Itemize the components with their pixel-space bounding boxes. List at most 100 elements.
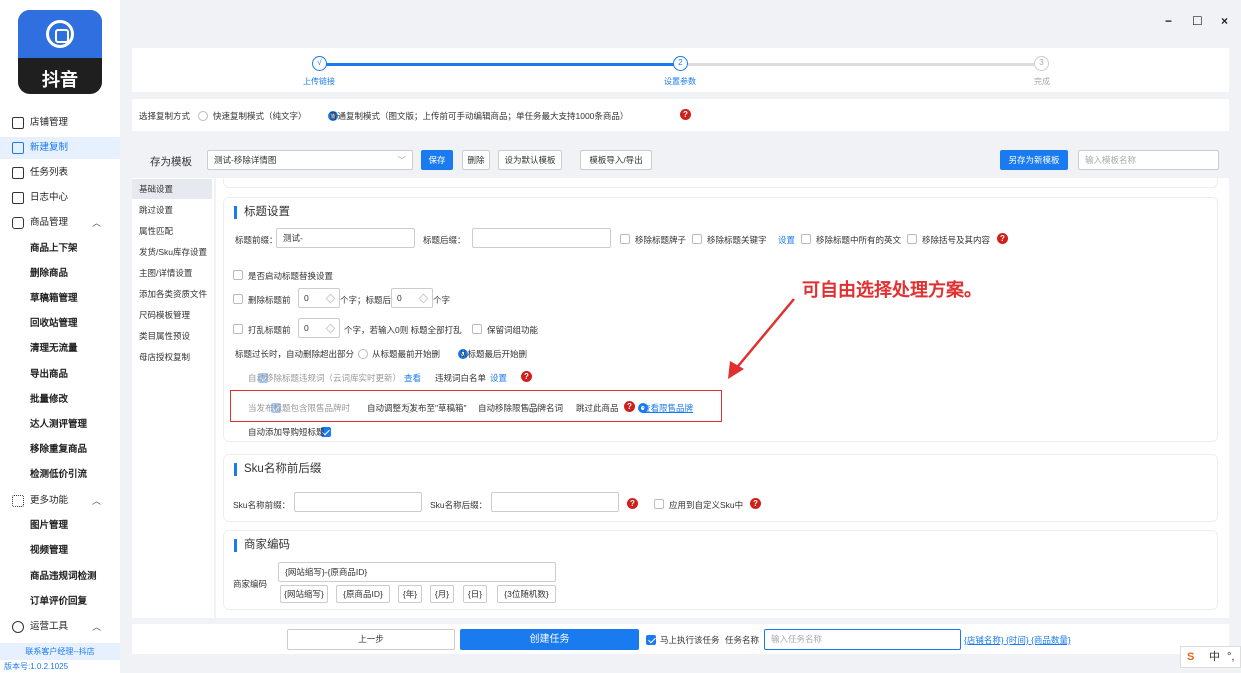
nav-goods[interactable]: 商品管理 ︿ [0, 212, 120, 234]
shuffle-stepper[interactable]: 0 [298, 318, 340, 338]
nav-goods-item-6[interactable]: 批量修改 [0, 389, 120, 411]
menu-item-8[interactable]: 母店授权复制 [132, 347, 212, 367]
title-suffix-input[interactable] [472, 228, 611, 248]
menu-item-0[interactable]: 基础设置 [132, 179, 212, 199]
chevron-down-icon: ﹀ [397, 155, 406, 165]
chevron-up-icon: ︿ [92, 496, 102, 506]
keywords-settings-link[interactable]: 设置 [778, 234, 795, 246]
template-select[interactable]: 测试-移除详情图 ﹀ [207, 150, 413, 170]
menu-item-4[interactable]: 主图/详情设置 [132, 263, 212, 283]
menu-item-7[interactable]: 类目属性预设 [132, 326, 212, 346]
nav-tasks[interactable]: 任务列表 [0, 162, 120, 184]
remove-english-checkbox[interactable] [801, 234, 811, 244]
stepper-value: 0 [304, 323, 309, 333]
set-default-button[interactable]: 设为默认模板 [498, 150, 562, 170]
help-icon[interactable]: ? [750, 498, 761, 509]
nav-goods-item-0[interactable]: 商品上下架 [0, 238, 120, 260]
save-as-new-button[interactable]: 另存为新模板 [1000, 150, 1068, 170]
task-name-input[interactable]: 输入任务名称 [764, 629, 961, 650]
view-restricted-brands-link[interactable]: 查看限售品牌 [642, 402, 693, 414]
ime-punct: °, [1227, 651, 1235, 663]
contact-manager-link[interactable]: 联系客户经理--抖店 [0, 643, 120, 660]
help-icon[interactable]: ? [624, 401, 635, 412]
title-prefix-input[interactable]: 测试- [276, 228, 415, 248]
help-icon[interactable]: ? [627, 498, 638, 509]
nav-more[interactable]: 更多功能 ︿ [0, 490, 120, 512]
nav-ops[interactable]: 运营工具 ︿ [0, 616, 120, 638]
settings-content: 标题设置 标题前缀： 测试- 标题后缀： 移除标题牌子 移除标题关键字 设置 移… [216, 178, 1229, 618]
tag-original-id[interactable]: {原商品ID} [336, 585, 390, 603]
nav-goods-item-8[interactable]: 移除重复商品 [0, 439, 120, 461]
sogou-icon: S [1187, 651, 1195, 663]
whitelist-settings-link[interactable]: 设置 [490, 372, 507, 384]
help-icon[interactable]: ? [521, 371, 532, 382]
help-icon[interactable]: ? [997, 233, 1008, 244]
nav-goods-item-3[interactable]: 回收站管理 [0, 313, 120, 335]
remove-brand-checkbox[interactable] [620, 234, 630, 244]
too-long-label: 标题过长时，自动删除超出部分 [235, 349, 355, 359]
menu-item-2[interactable]: 属性匹配 [132, 221, 212, 241]
enable-replace-checkbox[interactable] [233, 270, 243, 280]
task-name-tokens[interactable]: {店铺名称} {时间} {商品数量} [964, 634, 1071, 646]
ime-lang: 中 [1209, 651, 1220, 663]
delete-back-stepper[interactable]: 0 [391, 288, 433, 308]
merchant-code-input[interactable]: {网站缩写}-{原商品ID} [278, 562, 556, 582]
ime-toolbar[interactable]: S 中 °, [1180, 646, 1241, 668]
nav-goods-item-2[interactable]: 草稿箱管理 [0, 288, 120, 310]
nav-more-item-0[interactable]: 图片管理 [0, 515, 120, 537]
menu-item-1[interactable]: 跳过设置 [132, 200, 212, 220]
tag-year[interactable]: {年} [398, 585, 422, 603]
bottom-bar: 上一步 创建任务 马上执行该任务 任务名称 输入任务名称 {店铺名称} {时间}… [132, 624, 1229, 654]
prev-step-button[interactable]: 上一步 [287, 629, 455, 650]
nav-shop[interactable]: 店铺管理 [0, 112, 120, 134]
minimize-button[interactable]: − [1165, 14, 1172, 28]
tag-day[interactable]: {日} [463, 585, 487, 603]
shuffle-checkbox[interactable] [233, 324, 243, 334]
help-icon[interactable]: ? [680, 109, 691, 120]
merchant-code-heading: 商家编码 [234, 539, 290, 552]
remove-parens-checkbox[interactable] [907, 234, 917, 244]
nav-more-item-2[interactable]: 商品违规词检测 [0, 566, 120, 588]
menu-item-3[interactable]: 发货/Sku库存设置 [132, 242, 212, 262]
nav-new-copy[interactable]: 新建复制 [0, 137, 120, 159]
maximize-button[interactable]: ☐ [1192, 14, 1203, 28]
sku-suffix-input[interactable] [491, 492, 619, 512]
tag-month[interactable]: {月} [430, 585, 454, 603]
box-icon [12, 217, 24, 229]
run-now-checkbox[interactable] [646, 634, 656, 645]
nav-goods-item-1[interactable]: 删除商品 [0, 263, 120, 285]
nav-goods-item-4[interactable]: 清理无流量 [0, 338, 120, 360]
step-line-done [326, 63, 676, 66]
nav-goods-item-9[interactable]: 检测低价引流 [0, 464, 120, 486]
close-button[interactable]: × [1221, 14, 1228, 28]
delete-from-start-radio[interactable] [358, 348, 368, 359]
nav-more-item-3[interactable]: 订单评价回复 [0, 591, 120, 613]
nav-logs[interactable]: 日志中心 [0, 187, 120, 209]
delete-button[interactable]: 删除 [462, 150, 490, 170]
stepper-value: 0 [397, 293, 402, 303]
delete-chars-checkbox[interactable] [233, 294, 243, 304]
shuffle-tail-label: 个字，若输入0则 标题全部打乱 [344, 325, 462, 335]
menu-item-6[interactable]: 尺码模板管理 [132, 305, 212, 325]
remove-keywords-checkbox[interactable] [692, 234, 702, 244]
view-banned-link[interactable]: 查看 [404, 372, 421, 384]
stepper-value: 0 [304, 293, 309, 303]
delete-front-stepper[interactable]: 0 [298, 288, 340, 308]
nav-more-item-1[interactable]: 视频管理 [0, 540, 120, 562]
sku-prefix-input[interactable] [294, 492, 422, 512]
tag-site-abbr[interactable]: {网站缩写} [280, 585, 328, 603]
settings-menu: 基础设置 跳过设置 属性匹配 发货/Sku库存设置 主图/详情设置 添加各类资质… [132, 178, 214, 618]
keep-words-checkbox[interactable] [472, 324, 482, 334]
menu-item-5[interactable]: 添加各类资质文件 [132, 284, 212, 304]
create-task-button[interactable]: 创建任务 [460, 629, 639, 650]
nav-goods-item-7[interactable]: 达人测评管理 [0, 414, 120, 436]
nav-goods-item-5[interactable]: 导出商品 [0, 364, 120, 386]
template-name-input[interactable]: 输入模板名称 [1078, 150, 1219, 170]
apply-custom-sku-checkbox[interactable] [654, 499, 664, 509]
copy-mode-label: 选择复制方式 [139, 111, 191, 121]
tag-random[interactable]: {3位随机数} [497, 585, 556, 603]
save-button[interactable]: 保存 [421, 150, 453, 170]
import-export-button[interactable]: 模板导入/导出 [580, 150, 652, 170]
template-select-value: 测试-移除详情图 [214, 155, 277, 165]
fast-mode-radio[interactable] [198, 110, 208, 121]
